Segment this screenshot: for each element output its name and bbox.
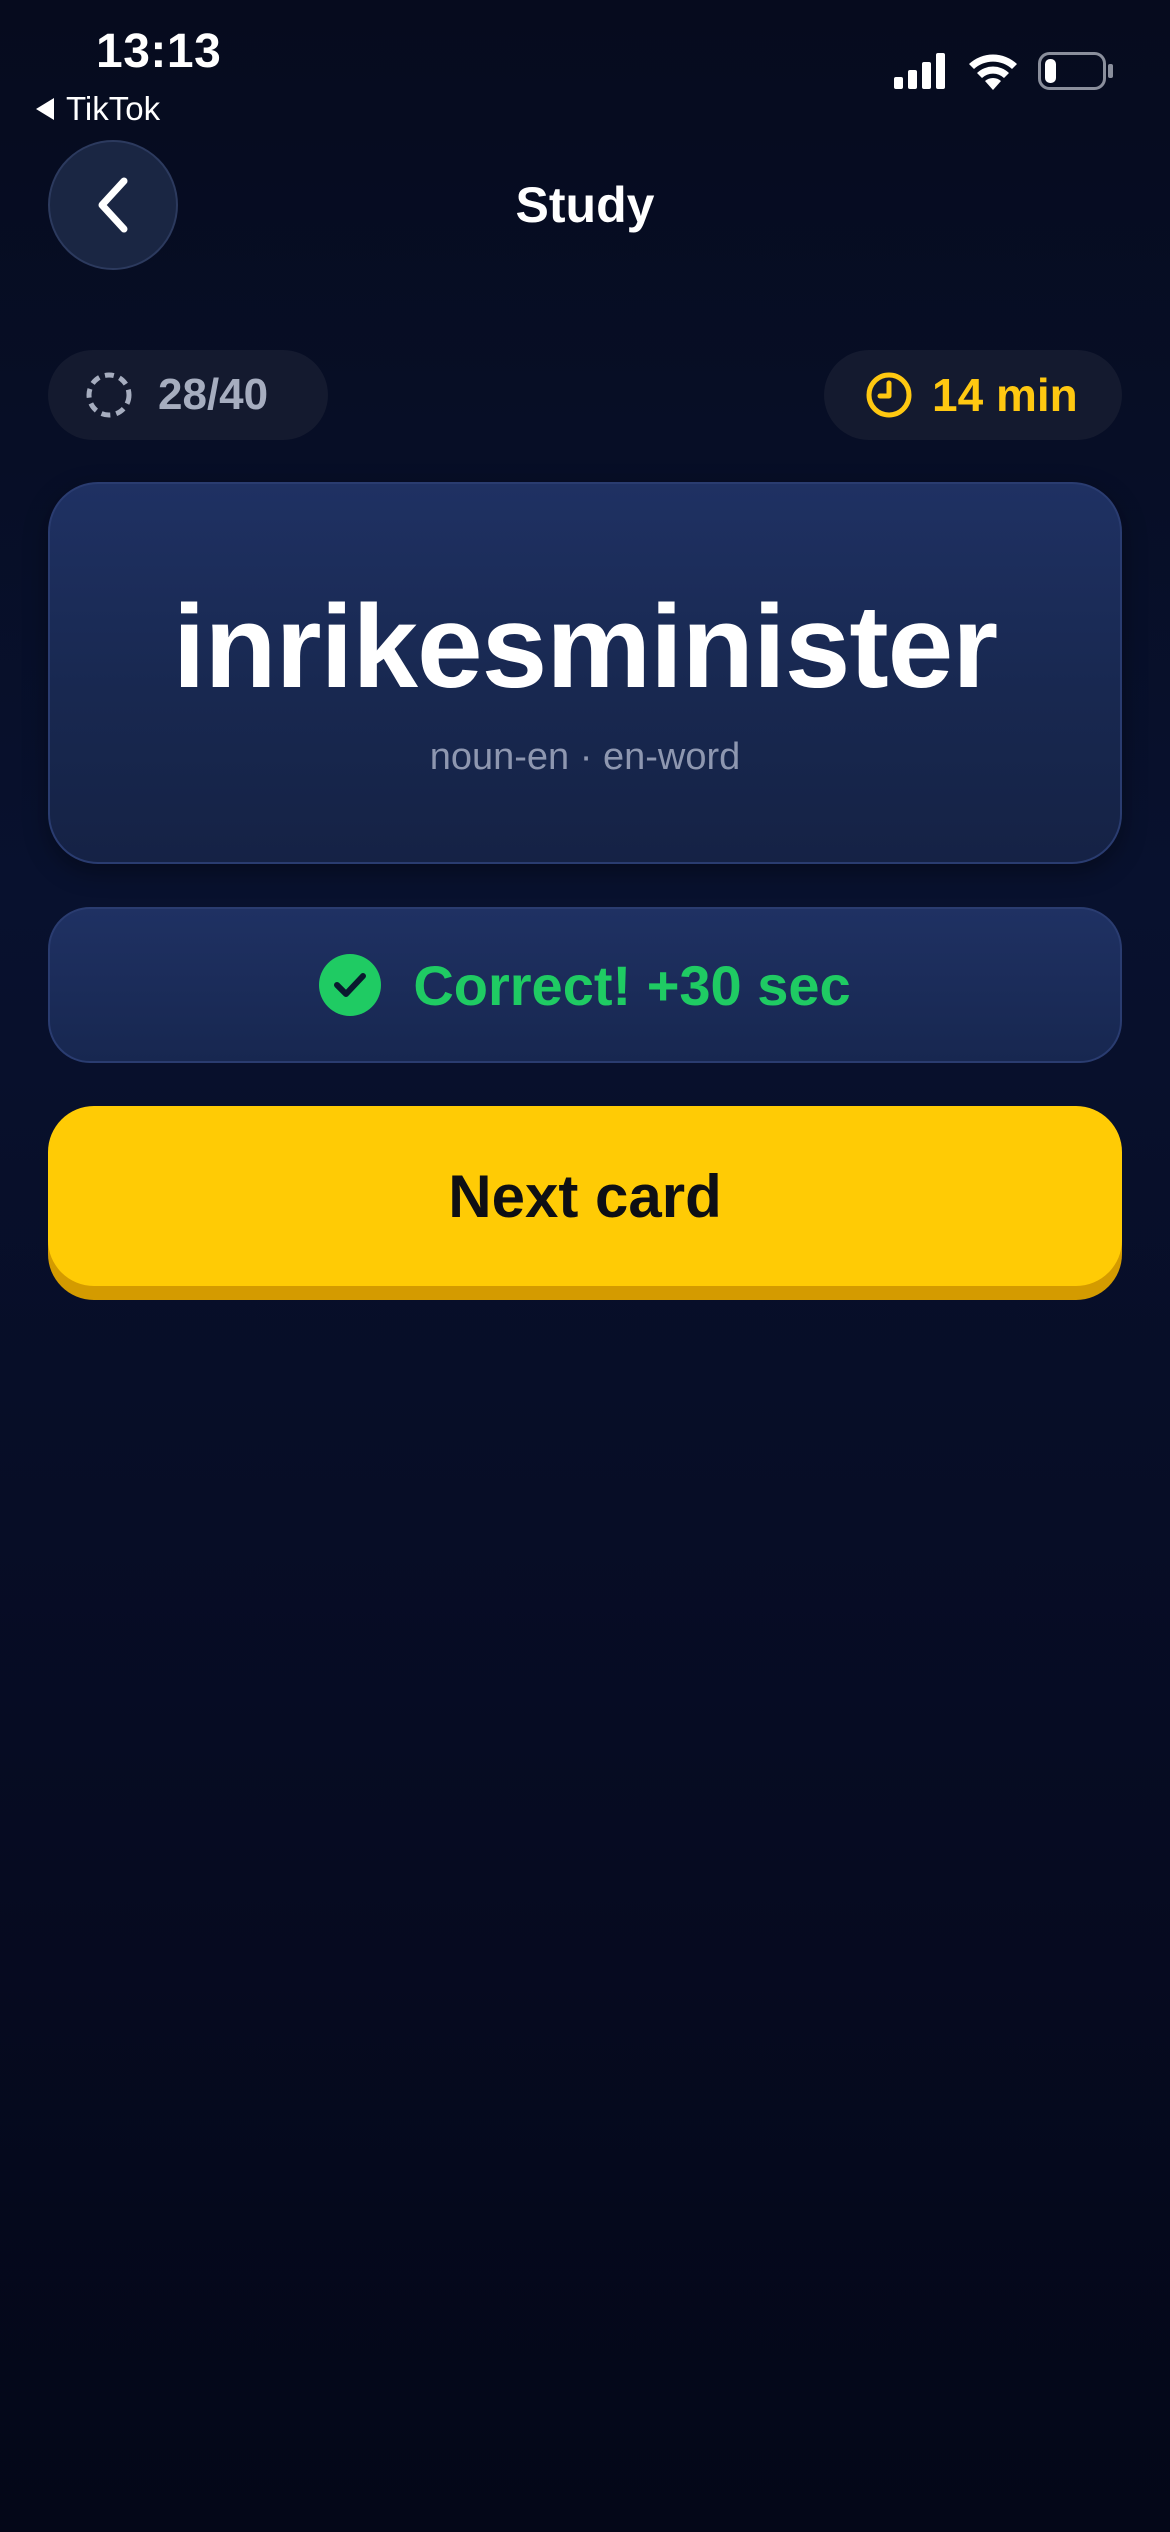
battery-icon (1038, 52, 1113, 90)
next-card-button[interactable]: Next card (48, 1106, 1122, 1286)
nav-bar: Study (0, 140, 1170, 275)
clock-icon (866, 372, 912, 418)
status-bar: 13:13 TikTok (0, 0, 1170, 140)
feedback-text: Correct! +30 sec (413, 953, 851, 1017)
cellular-signal-icon (894, 53, 945, 89)
flashcard-meta: noun-en · en-word (429, 736, 741, 778)
progress-count: 28/40 (158, 370, 269, 419)
wifi-icon (969, 54, 1017, 90)
status-icons (894, 52, 1114, 90)
check-circle-icon (319, 954, 382, 1016)
page-title: Study (515, 177, 655, 233)
dashed-circle-icon (86, 372, 132, 418)
back-app-label: TikTok (66, 90, 161, 127)
timer-text: 14 min (932, 369, 1078, 421)
back-to-app-link[interactable]: TikTok (36, 90, 160, 128)
progress-badge: 28/40 (48, 350, 328, 440)
flashcard: inrikesminister noun-en · en-word (48, 482, 1122, 864)
timer-badge: 14 min (824, 350, 1122, 440)
back-triangle-icon (36, 98, 54, 120)
flashcard-word: inrikesminister (172, 581, 998, 713)
status-time: 13:13 (96, 25, 222, 78)
feedback-banner: Correct! +30 sec (48, 907, 1122, 1063)
